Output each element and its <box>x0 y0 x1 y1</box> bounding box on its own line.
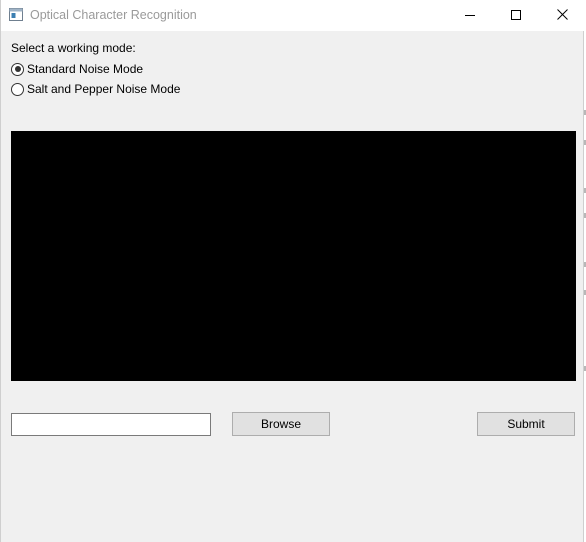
maximize-button[interactable] <box>493 0 539 31</box>
minimize-button[interactable] <box>447 0 493 31</box>
browse-button-label: Browse <box>260 417 301 431</box>
window-title: Optical Character Recognition <box>30 8 197 22</box>
app-window-icon <box>9 8 23 21</box>
radio-label-salt-pepper-noise[interactable]: Salt and Pepper Noise Mode <box>27 82 180 96</box>
mode-prompt-label: Select a working mode: <box>11 41 136 55</box>
title-bar[interactable]: Optical Character Recognition <box>1 0 585 31</box>
close-icon <box>556 7 568 25</box>
radio-button-selected[interactable] <box>11 62 24 76</box>
app-window: Optical Character Recognition Select a w… <box>0 0 585 542</box>
radio-label-standard-noise[interactable]: Standard Noise Mode <box>27 62 143 76</box>
submit-button[interactable]: Submit <box>477 412 575 436</box>
file-path-input[interactable] <box>11 413 211 436</box>
radio-dot <box>14 66 21 72</box>
close-button[interactable] <box>539 0 585 31</box>
radio-button-unselected[interactable] <box>11 82 24 96</box>
radio-salt-pepper-noise-mode[interactable]: Salt and Pepper Noise Mode <box>11 81 180 97</box>
browse-button[interactable]: Browse <box>232 412 330 436</box>
image-preview-area <box>11 131 576 381</box>
maximize-icon <box>511 7 521 25</box>
submit-button-label: Submit <box>507 417 545 431</box>
radio-standard-noise-mode[interactable]: Standard Noise Mode <box>11 61 143 77</box>
minimize-icon <box>465 7 475 25</box>
